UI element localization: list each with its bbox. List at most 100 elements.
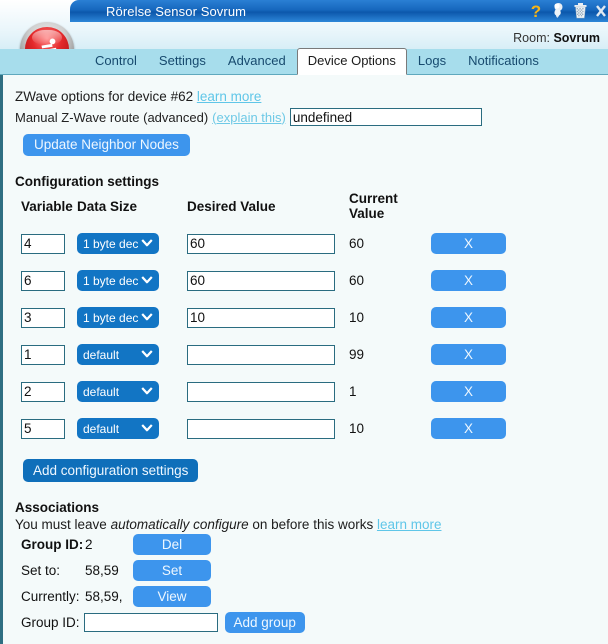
- cell-actions: X: [431, 262, 506, 299]
- tab-logs[interactable]: Logs: [407, 49, 457, 74]
- table-header-row: Variable Data Size Desired Value Current…: [15, 191, 506, 225]
- tab-notifications[interactable]: Notifications: [457, 49, 550, 74]
- add-group-id-input[interactable]: [83, 613, 218, 632]
- manual-route-input[interactable]: [289, 108, 482, 126]
- cell-variable: [15, 410, 77, 447]
- manual-route-label: Manual Z-Wave route (advanced): [15, 109, 209, 125]
- column-header-variable: Variable: [21, 198, 73, 214]
- cell-variable: [15, 299, 77, 336]
- zwave-learn-more-link[interactable]: learn more: [197, 89, 262, 104]
- delete-row-button[interactable]: X: [431, 233, 506, 254]
- current-value-text: 60: [349, 236, 365, 251]
- desired-value-input[interactable]: [187, 307, 335, 328]
- titlebar-icon-group: ?: [529, 0, 606, 22]
- help-icon[interactable]: ?: [529, 2, 543, 21]
- column-header-actions: [431, 191, 506, 225]
- set-association-button[interactable]: Set: [133, 560, 211, 581]
- data-size-select[interactable]: default: [77, 381, 159, 402]
- tab-settings[interactable]: Settings: [148, 49, 217, 74]
- delete-group-button[interactable]: Del: [133, 534, 211, 555]
- desired-value-input[interactable]: [187, 233, 335, 254]
- desired-value-input[interactable]: [187, 344, 335, 365]
- chevron-down-icon: [141, 424, 153, 432]
- tab-device-options[interactable]: Device Options: [296, 48, 407, 75]
- delete-row-button[interactable]: X: [431, 270, 506, 291]
- cell-data-size: 1 byte dec: [77, 299, 187, 336]
- room-prefix: Room:: [513, 31, 550, 45]
- table-row: 1 byte dec 60 X: [15, 262, 506, 299]
- table-row: 1 byte dec 60 X: [15, 225, 506, 262]
- trash-icon[interactable]: [572, 2, 589, 20]
- tab-strip: Control Settings Advanced Device Options…: [0, 48, 608, 75]
- data-size-select[interactable]: default: [77, 344, 159, 365]
- delete-row-button[interactable]: X: [431, 307, 506, 328]
- manual-route-row: Manual Z-Wave route (advanced) (explain …: [15, 108, 608, 126]
- set-to-value: 58,59: [85, 563, 119, 578]
- window-titlebar: Rörelse Sensor Sovrum ?: [70, 0, 608, 22]
- cell-desired-value: [187, 225, 349, 262]
- data-size-value: default: [83, 347, 120, 362]
- device-options-content: ZWave options for device #62 learn more …: [0, 75, 608, 644]
- data-size-select[interactable]: 1 byte dec: [77, 233, 159, 254]
- associations-note-pre: You must leave: [15, 517, 111, 532]
- current-value-text: 60: [349, 273, 365, 288]
- cell-desired-value: [187, 410, 349, 447]
- variable-input[interactable]: [21, 344, 65, 365]
- data-size-select[interactable]: 1 byte dec: [77, 307, 159, 328]
- cell-desired-value: [187, 299, 349, 336]
- delete-row-button[interactable]: X: [431, 344, 506, 365]
- chevron-down-icon: [141, 239, 153, 247]
- tab-control[interactable]: Control: [84, 49, 148, 74]
- cell-current-value: 1: [349, 373, 431, 410]
- desired-value-input[interactable]: [187, 418, 335, 439]
- cell-variable: [15, 262, 77, 299]
- delete-row-button[interactable]: X: [431, 418, 506, 439]
- cell-desired-value: [187, 336, 349, 373]
- zwave-options-text: ZWave options for device #62: [15, 89, 194, 104]
- desired-value-input[interactable]: [187, 381, 335, 402]
- current-value-text: 10: [349, 421, 365, 436]
- cell-data-size: default: [77, 336, 187, 373]
- variable-input[interactable]: [21, 418, 65, 439]
- close-icon[interactable]: [596, 2, 606, 20]
- cell-variable: [15, 373, 77, 410]
- associations-learn-more-link[interactable]: learn more: [377, 517, 442, 532]
- cell-actions: X: [431, 225, 506, 262]
- room-label: Room: Sovrum: [513, 31, 600, 45]
- chevron-down-icon: [141, 276, 153, 284]
- add-configuration-settings-button[interactable]: Add configuration settings: [23, 459, 199, 482]
- device-options-page: Rörelse Sensor Sovrum ? Room: Sovrum Con…: [0, 0, 608, 644]
- associations-note-emphasis: automatically configure: [110, 517, 249, 532]
- variable-input[interactable]: [21, 270, 65, 291]
- desired-value-input[interactable]: [187, 270, 335, 291]
- table-row: default 10 X: [15, 410, 506, 447]
- pushpin-icon[interactable]: [550, 2, 565, 20]
- table-row: default 1 X: [15, 373, 506, 410]
- variable-input[interactable]: [21, 381, 65, 402]
- configuration-settings-heading: Configuration settings: [15, 174, 159, 189]
- cell-desired-value: [187, 373, 349, 410]
- variable-input[interactable]: [21, 307, 65, 328]
- data-size-value: 1 byte dec: [83, 236, 139, 251]
- tab-advanced[interactable]: Advanced: [217, 49, 297, 74]
- cell-data-size: 1 byte dec: [77, 225, 187, 262]
- variable-input[interactable]: [21, 233, 65, 254]
- update-neighbor-nodes-button[interactable]: Update Neighbor Nodes: [23, 134, 190, 156]
- add-group-button[interactable]: Add group: [224, 612, 305, 633]
- data-size-select[interactable]: 1 byte dec: [77, 270, 159, 291]
- delete-row-button[interactable]: X: [431, 381, 506, 402]
- cell-data-size: default: [77, 410, 187, 447]
- table-row: 1 byte dec 10 X: [15, 299, 506, 336]
- explain-this-link[interactable]: (explain this): [212, 110, 286, 125]
- column-header-desired-value: Desired Value: [187, 198, 276, 214]
- data-size-select[interactable]: default: [77, 418, 159, 439]
- cell-variable: [15, 225, 77, 262]
- group-id-value: 2: [85, 537, 93, 552]
- window-title: Rörelse Sensor Sovrum: [106, 3, 247, 19]
- data-size-value: 1 byte dec: [83, 273, 139, 288]
- currently-value: 58,59,: [85, 589, 123, 604]
- view-association-button[interactable]: View: [133, 586, 211, 607]
- column-header-data-size: Data Size: [77, 198, 138, 214]
- chevron-down-icon: [141, 313, 153, 321]
- current-value-text: 1: [349, 384, 357, 399]
